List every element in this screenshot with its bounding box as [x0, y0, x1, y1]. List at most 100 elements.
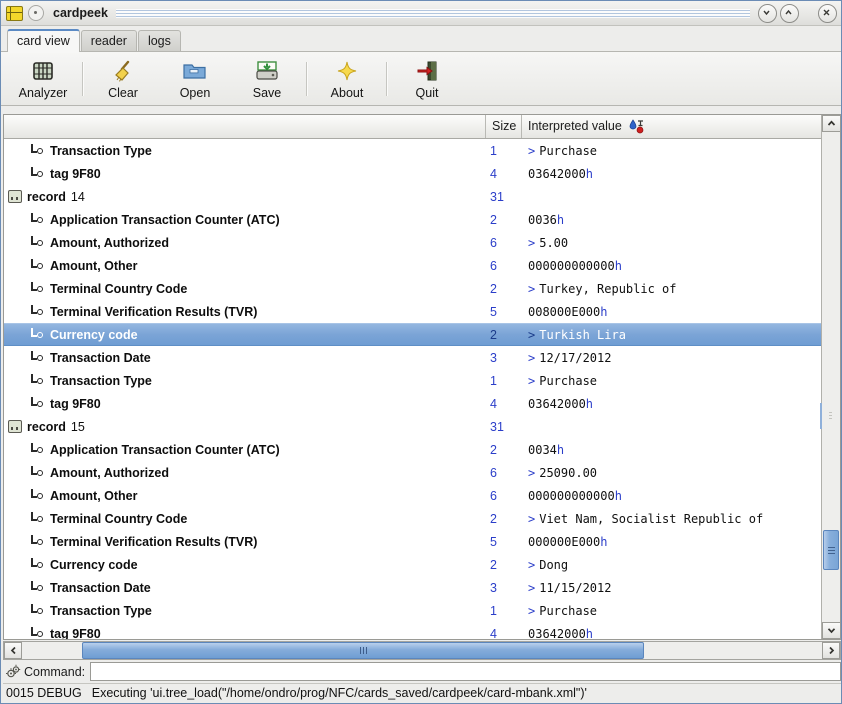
tree-row[interactable]: Transaction Type 1 > Purchase: [4, 369, 840, 392]
analyzer-icon: [31, 58, 55, 84]
tree-row[interactable]: tag 9F80 4 03642000h: [4, 392, 840, 415]
tree-horizontal-scrollbar[interactable]: [3, 641, 841, 660]
tree-row[interactable]: Terminal Country Code 2 > Viet Nam, Sociali…: [4, 507, 840, 530]
tab-logs[interactable]: logs: [137, 30, 181, 52]
scroll-right-button[interactable]: [822, 642, 840, 659]
value-text: 03642000: [528, 396, 586, 411]
column-header-size[interactable]: Size: [486, 115, 522, 138]
value-text: Dong: [539, 557, 569, 572]
tree-row[interactable]: Transaction Type 1 > Purchase: [4, 599, 840, 622]
record-number: 15: [70, 419, 85, 434]
clear-button[interactable]: Clear: [87, 54, 159, 104]
quit-label: Quit: [415, 85, 439, 100]
column-header-name[interactable]: [4, 115, 486, 138]
filter-marker-icon: [628, 119, 645, 134]
tree-row-record[interactable]: record 14 31: [4, 185, 840, 208]
horizontal-thumb-grip: [359, 647, 367, 654]
value-prefix-marker: >: [528, 373, 536, 388]
value-text: 008000E000: [528, 304, 601, 319]
scroll-down-button[interactable]: [822, 622, 840, 639]
scroll-up-button[interactable]: [822, 115, 840, 132]
command-input[interactable]: [90, 662, 841, 681]
toolbar-separator-3: [386, 61, 388, 96]
tree-row[interactable]: Amount, Authorized 6 >5.00: [4, 231, 840, 254]
tree-row[interactable]: Terminal Verification Results (TVR) 5 0000…: [4, 530, 840, 553]
card-tree-view: Size Interpreted value Transaction Type 1…: [3, 114, 841, 640]
tree-cell-size: 5: [490, 534, 497, 549]
close-button[interactable]: [818, 3, 837, 23]
tree-row[interactable]: Currency code 2 > Turkish Lira: [4, 323, 840, 346]
status-bar: 0015 DEBUG Executing 'ui.tree_load("/hom…: [3, 683, 841, 702]
tree-row[interactable]: tag 9F80 4 03642000h: [4, 622, 840, 639]
tree-node-label: record: [27, 189, 66, 204]
tree-branch-icon: [30, 580, 45, 595]
tree-row[interactable]: Transaction Date 3 >11/15/2012: [4, 576, 840, 599]
column-header-interpreted-value[interactable]: Interpreted value: [522, 115, 840, 138]
tree-cell-size: 6: [490, 235, 497, 250]
save-button[interactable]: Save: [231, 54, 303, 104]
tree-cell-size: 31: [490, 419, 504, 434]
tree-branch-icon: [30, 511, 45, 526]
value-text: 25090.00: [539, 465, 598, 480]
tree-cell-size: 1: [490, 143, 497, 158]
tree-cell-name: Transaction Type: [4, 373, 486, 388]
tree-row[interactable]: Terminal Verification Results (TVR) 5 0080…: [4, 300, 840, 323]
analyzer-button[interactable]: Analyzer: [7, 54, 79, 104]
value-text: 000000E000: [528, 534, 601, 549]
tree-row[interactable]: Currency code 2 > Dong: [4, 553, 840, 576]
exit-door-icon: [415, 58, 439, 84]
tree-cell-value: >5.00: [522, 236, 840, 250]
maximize-button[interactable]: [780, 3, 799, 23]
tree-branch-icon: [30, 281, 45, 296]
horizontal-scroll-thumb[interactable]: [82, 642, 644, 659]
command-label: Command:: [24, 664, 86, 679]
quit-button[interactable]: Quit: [391, 54, 463, 104]
title-bar: cardpeek: [1, 1, 841, 26]
tree-leaf-label: Application Transaction Counter (ATC): [50, 212, 280, 227]
record-node-icon[interactable]: [8, 420, 22, 433]
tree-cell-name: Currency code: [4, 557, 486, 572]
tree-vertical-scrollbar[interactable]: [820, 115, 840, 639]
toolbar-separator-2: [306, 61, 308, 96]
scroll-thumb-grip: [827, 545, 835, 556]
tree-row[interactable]: Application Transaction Counter (ATC) 2 00…: [4, 208, 840, 231]
tree-node-label: record: [27, 419, 66, 434]
window-title: cardpeek: [53, 6, 108, 20]
tree-branch-icon: [30, 603, 45, 618]
open-button[interactable]: Open: [159, 54, 231, 104]
tree-branch-icon: [30, 373, 45, 388]
hex-suffix: h: [585, 396, 594, 411]
vertical-scroll-thumb[interactable]: [823, 530, 839, 570]
tree-row[interactable]: Terminal Country Code 2 > Turkey, Republic …: [4, 277, 840, 300]
tab-card-view[interactable]: card view: [7, 29, 80, 53]
tree-row[interactable]: tag 9F80 4 03642000h: [4, 162, 840, 185]
record-node-icon[interactable]: [8, 190, 22, 203]
hex-suffix: h: [556, 212, 565, 227]
tree-row[interactable]: Amount, Authorized 6 >25090.00: [4, 461, 840, 484]
tree-cell-value: >25090.00: [522, 466, 840, 480]
tree-cell-size: 1: [490, 603, 497, 618]
tree-cell-value: 0036h: [522, 213, 840, 227]
about-button[interactable]: About: [311, 54, 383, 104]
horizontal-scroll-track[interactable]: [22, 642, 822, 659]
value-prefix-marker: >: [528, 327, 536, 342]
tree-row[interactable]: Amount, Other 6 000000000000h: [4, 484, 840, 507]
tree-cell-size: 4: [490, 166, 497, 181]
value-text: 11/15/2012: [539, 580, 612, 595]
tree-row[interactable]: Application Transaction Counter (ATC) 2 00…: [4, 438, 840, 461]
tree-cell-name: Terminal Verification Results (TVR): [4, 534, 486, 549]
tree-branch-icon: [30, 327, 45, 342]
minimize-button[interactable]: [758, 3, 777, 23]
tree-row-record[interactable]: record 15 31: [4, 415, 840, 438]
tree-leaf-label: Amount, Authorized: [50, 465, 169, 480]
scroll-left-button[interactable]: [4, 642, 22, 659]
tree-row[interactable]: Amount, Other 6 000000000000h: [4, 254, 840, 277]
tree-leaf-label: tag 9F80: [50, 396, 101, 411]
tree-cell-value: 0034h: [522, 443, 840, 457]
tree-row[interactable]: Transaction Date 3 >12/17/2012: [4, 346, 840, 369]
open-label: Open: [179, 85, 211, 100]
tab-reader[interactable]: reader: [80, 30, 137, 52]
tree-cell-value: 03642000h: [522, 397, 840, 411]
toolbar-separator-1: [82, 61, 84, 96]
tree-row[interactable]: Transaction Type 1 > Purchase: [4, 139, 840, 162]
